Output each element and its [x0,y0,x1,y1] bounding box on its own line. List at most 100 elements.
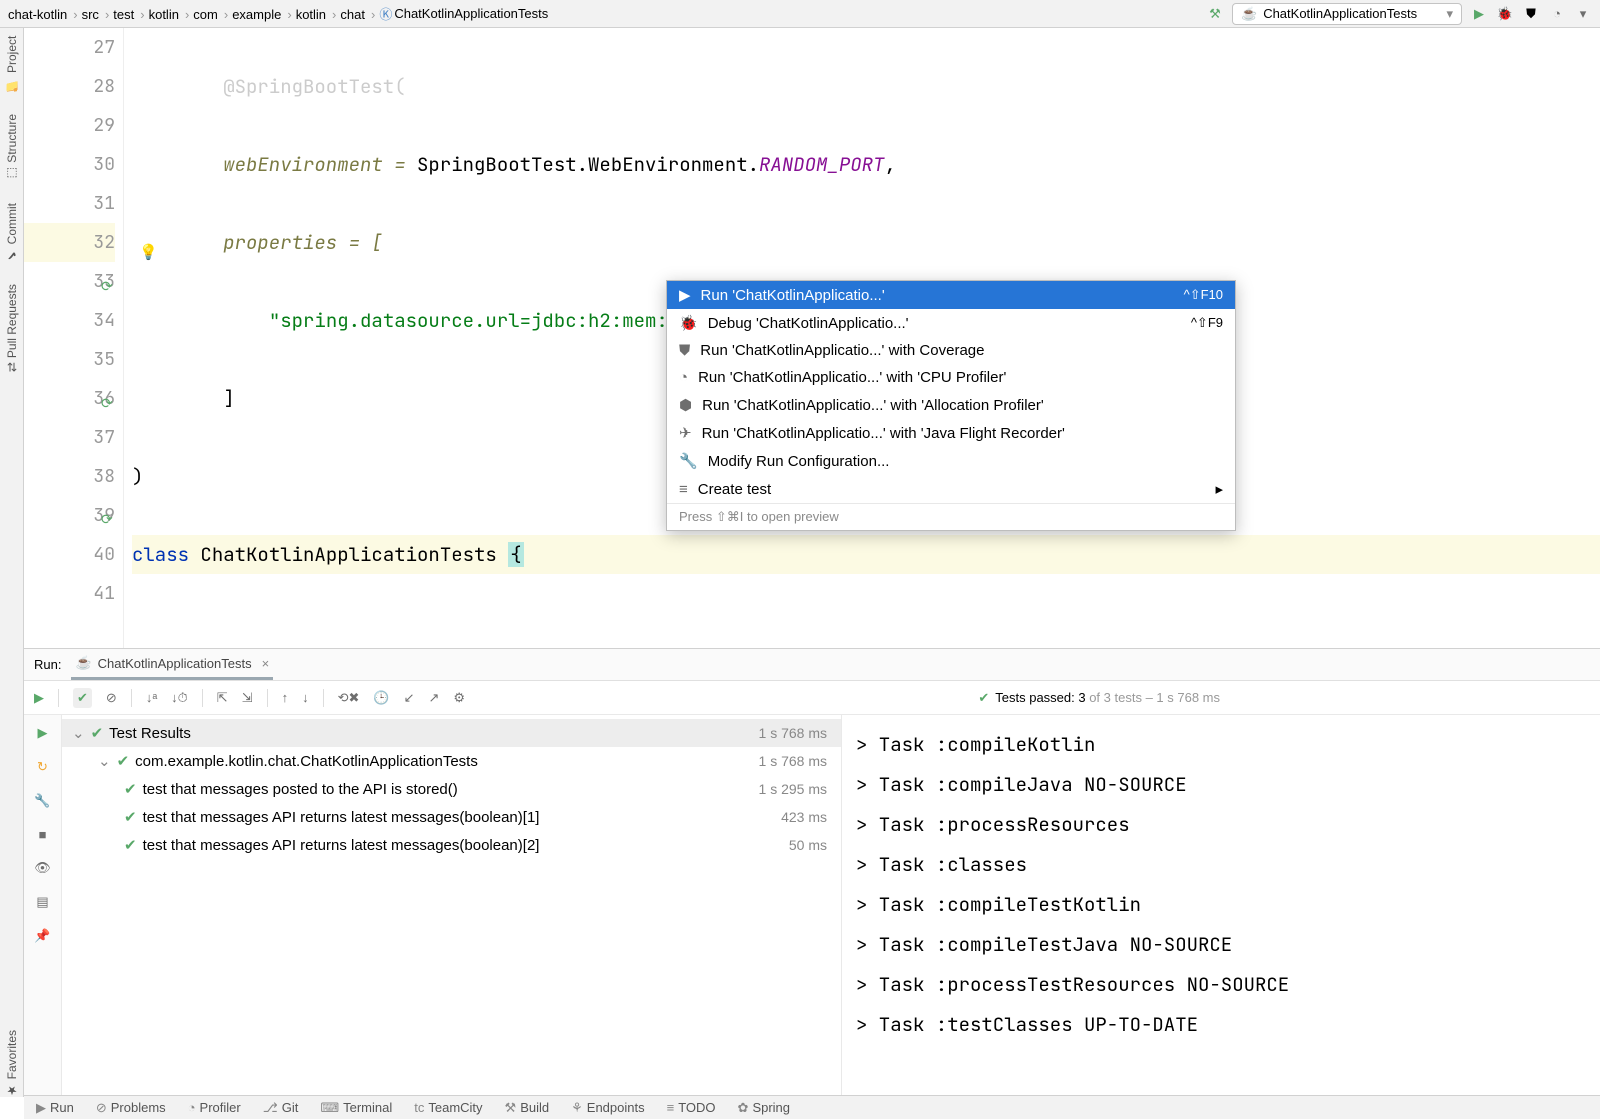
breadcrumb-item[interactable]: example [232,7,295,22]
bottom-terminal[interactable]: ⌨Terminal [320,1100,392,1116]
breadcrumb[interactable]: chat-kotlinsrctestkotlincomexamplekotlin… [8,4,548,23]
bottom-build[interactable]: ⚒Build [505,1100,550,1116]
run-config-selector[interactable]: ☕ ChatKotlinApplicationTests [1232,3,1462,25]
bottom-run[interactable]: ▶Run [36,1100,74,1116]
run-tab[interactable]: ☕ ChatKotlinApplicationTests × [71,649,273,680]
export-icon[interactable]: ↗ [429,690,440,706]
bottom-problems[interactable]: ⊘Problems [96,1100,166,1116]
bottom-endpoints[interactable]: ⚘Endpoints [571,1100,644,1116]
run-gutter-icon[interactable]: ⟳ [101,268,113,307]
bottom-teamcity[interactable]: tcTeamCity [414,1100,482,1115]
ctx-coverage-icon[interactable]: ⛊Run 'ChatKotlinApplicatio...' with Cove… [667,337,1235,364]
wrench-icon[interactable]: 🔧 [34,793,50,809]
spring-icon: ✿ [738,1100,749,1116]
check-icon: ✔ [124,780,137,798]
eye-icon[interactable]: 👁 [34,860,51,876]
ctx-jfr-icon[interactable]: ✈Run 'ChatKotlinApplicatio...' with 'Jav… [667,419,1235,447]
intention-bulb-icon[interactable]: 💡 [139,243,158,261]
test-status: ✔ Tests passed: 3 of 3 tests – 1 s 768 m… [978,690,1590,706]
hammer-icon[interactable]: ⚒ [1206,5,1224,23]
close-icon[interactable]: × [262,656,270,671]
breadcrumb-item[interactable]: kotlin [149,7,194,22]
chevron-down-icon[interactable]: ⌄ [98,752,111,770]
coverage-icon: ⛊ [679,342,690,359]
ctx-shortcut: ^⇧F9 [1191,315,1223,331]
console-output[interactable]: > Task :compileKotlin> Task :compileJava… [842,715,1600,1119]
collapse-all-icon[interactable]: ⇲ [242,690,253,706]
gradle-icon: ☕ [1241,6,1257,22]
tool-favorites[interactable]: ★Favorites [5,1030,19,1097]
more-icon[interactable]: ▾ [1574,5,1592,23]
debug-icon: 🐞 [679,314,698,332]
tree-row[interactable]: ⌄✔com.example.kotlin.chat.ChatKotlinAppl… [62,747,841,775]
bottom-spring[interactable]: ✿Spring [738,1100,790,1116]
check-icon: ✔ [117,752,130,770]
bottom-git[interactable]: ⎇Git [263,1100,299,1116]
check-icon: ✔ [124,808,137,826]
layout-icon[interactable]: ▤ [36,894,48,910]
sort-icon[interactable]: ↓ᵃ [146,690,157,705]
profiler-icon[interactable]: ◔ [1548,5,1566,23]
ctx-profiler-icon[interactable]: ◔Run 'ChatKotlinApplicatio...' with 'CPU… [667,364,1235,391]
gradle-icon: ☕ [75,655,91,671]
filter-passed-icon[interactable]: ✔ [73,688,92,708]
chevron-down-icon[interactable]: ⌄ [72,724,85,742]
navigation-bar: chat-kotlinsrctestkotlincomexamplekotlin… [0,0,1600,28]
breadcrumb-item[interactable]: chat [340,7,379,22]
ctx-wrench-icon[interactable]: 🔧Modify Run Configuration... [667,447,1235,475]
rerun-failed-icon[interactable]: ⟲✖ [338,690,360,706]
run-window-title: Run: [34,657,61,672]
rerun-icon[interactable]: ▶ [34,690,44,706]
test-tree[interactable]: ⌄✔Test Results1 s 768 ms⌄✔com.example.ko… [62,715,842,1119]
debug-icon[interactable]: 🐞 [1496,5,1514,23]
run-icon[interactable]: ▶ [1470,5,1488,23]
tool-project[interactable]: 📁Project [5,36,19,92]
settings-icon[interactable]: ⚙ [453,690,465,706]
tree-row[interactable]: ✔test that messages posted to the API is… [62,775,841,803]
ctx-alloc-icon[interactable]: ⬢Run 'ChatKotlinApplicatio...' with 'All… [667,391,1235,419]
breadcrumb-item[interactable]: src [82,7,114,22]
run-gutter-icon[interactable]: ⟳ [101,385,113,424]
console-line: > Task :compileTestJava NO-SOURCE [856,925,1586,965]
import-icon[interactable]: ↙ [404,690,415,706]
breadcrumb-item[interactable]: ⓀChatKotlinApplicationTests [379,4,548,23]
run-gutter-icon[interactable]: ⟳ [101,501,113,540]
coverage-icon[interactable]: ⛊ [1522,5,1540,23]
breadcrumb-item[interactable]: chat-kotlin [8,7,82,22]
create-test-icon: ≡ [679,481,688,498]
build-icon: ⚒ [505,1100,517,1116]
rerun-icon[interactable]: ↻ [37,759,48,775]
tree-row[interactable]: ⌄✔Test Results1 s 768 ms [62,719,841,747]
bottom-todo[interactable]: ≡TODO [667,1100,716,1115]
console-line: > Task :compileKotlin [856,725,1586,765]
tree-label: test that messages API returns latest me… [143,837,540,854]
ctx-label: Create test [698,481,771,498]
alloc-icon: ⬢ [679,396,692,414]
breadcrumb-item[interactable]: com [193,7,232,22]
tree-row[interactable]: ✔test that messages API returns latest m… [62,803,841,831]
run-icon: ▶ [679,286,691,304]
check-icon: ✔ [978,690,989,706]
tree-row[interactable]: ✔test that messages API returns latest m… [62,831,841,859]
expand-all-icon[interactable]: ⇱ [217,690,228,706]
sort-duration-icon[interactable]: ↓⏱ [171,690,188,706]
filter-ignored-icon[interactable]: ⊘ [106,690,117,706]
bottom-profiler[interactable]: ◔Profiler [188,1100,241,1115]
stop-icon[interactable]: ■ [39,827,47,842]
git-icon: ⎇ [263,1100,278,1116]
pin-icon[interactable]: 📌 [34,928,50,944]
ctx-create-test-icon[interactable]: ≡Create test▸ [667,475,1235,503]
next-icon[interactable]: ↓ [302,690,309,705]
ctx-debug-icon[interactable]: 🐞Debug 'ChatKotlinApplicatio...'^⇧F9 [667,309,1235,337]
tool-structure[interactable]: ⬚Structure [5,114,19,181]
tool-pull-requests[interactable]: ⇄Pull Requests [5,284,19,372]
history-icon[interactable]: 🕒 [373,690,389,706]
tool-commit[interactable]: ✔Commit [5,203,19,262]
teamcity-icon: tc [414,1100,424,1115]
breadcrumb-item[interactable]: test [113,7,148,22]
prev-icon[interactable]: ↑ [282,690,289,705]
run-icon[interactable]: ▶ [38,725,48,741]
breadcrumb-item[interactable]: kotlin [296,7,341,22]
tree-time: 423 ms [781,809,841,825]
ctx-run-icon[interactable]: ▶Run 'ChatKotlinApplicatio...'^⇧F10 [667,281,1235,309]
